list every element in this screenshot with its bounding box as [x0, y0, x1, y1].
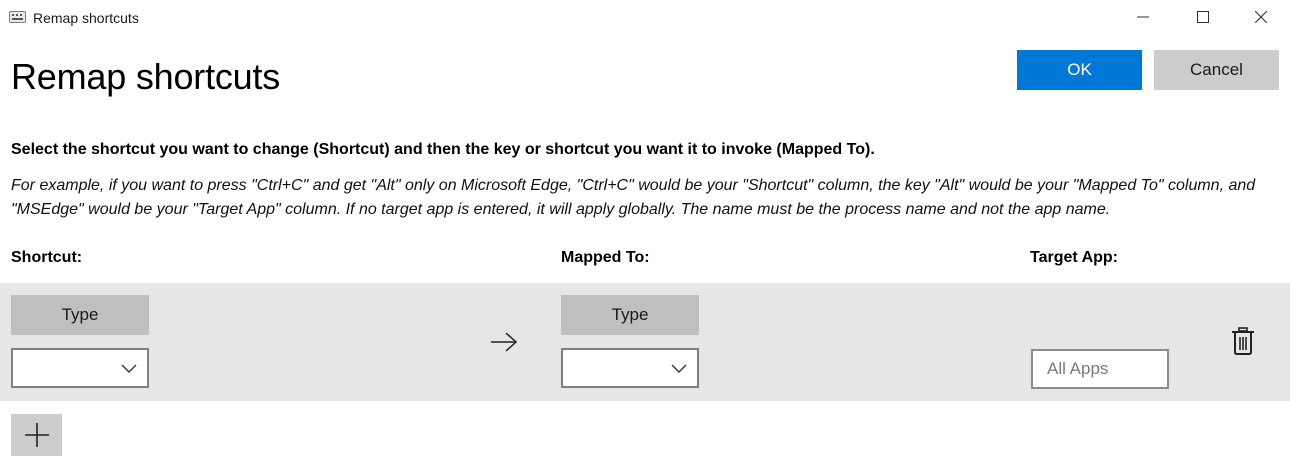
target-app-input[interactable]	[1031, 349, 1169, 389]
minimize-icon	[1137, 16, 1149, 18]
column-header-mapped-to: Mapped To:	[561, 249, 650, 266]
close-icon	[1255, 11, 1267, 23]
ok-button[interactable]: OK	[1017, 50, 1142, 90]
maximize-icon	[1197, 11, 1209, 23]
add-remap-button[interactable]	[11, 414, 62, 456]
instruction-text: Select the shortcut you want to change (…	[11, 141, 875, 158]
maximize-button[interactable]	[1178, 0, 1228, 34]
column-header-target-app: Target App:	[1030, 249, 1118, 266]
mapped-type-button[interactable]: Type	[561, 295, 699, 335]
arrow-right-icon	[491, 332, 518, 352]
shortcut-type-button[interactable]: Type	[11, 295, 149, 335]
keyboard-icon	[9, 11, 26, 23]
column-header-shortcut: Shortcut:	[11, 249, 83, 266]
plus-icon	[24, 423, 49, 447]
shortcut-key-dropdown[interactable]	[11, 348, 149, 388]
title-bar: Remap shortcuts	[0, 0, 1290, 36]
trash-icon[interactable]	[1231, 327, 1255, 355]
cancel-button[interactable]: Cancel	[1154, 50, 1279, 90]
close-button[interactable]	[1236, 0, 1286, 34]
chevron-down-icon	[121, 364, 137, 373]
chevron-down-icon	[671, 364, 687, 373]
mapped-key-dropdown[interactable]	[561, 348, 699, 388]
window-title: Remap shortcuts	[33, 10, 139, 26]
example-text: For example, if you want to press "Ctrl+…	[11, 177, 1256, 218]
minimize-button[interactable]	[1118, 0, 1168, 34]
page-title: Remap shortcuts	[11, 56, 281, 97]
remap-row: Type Type	[0, 283, 1290, 401]
